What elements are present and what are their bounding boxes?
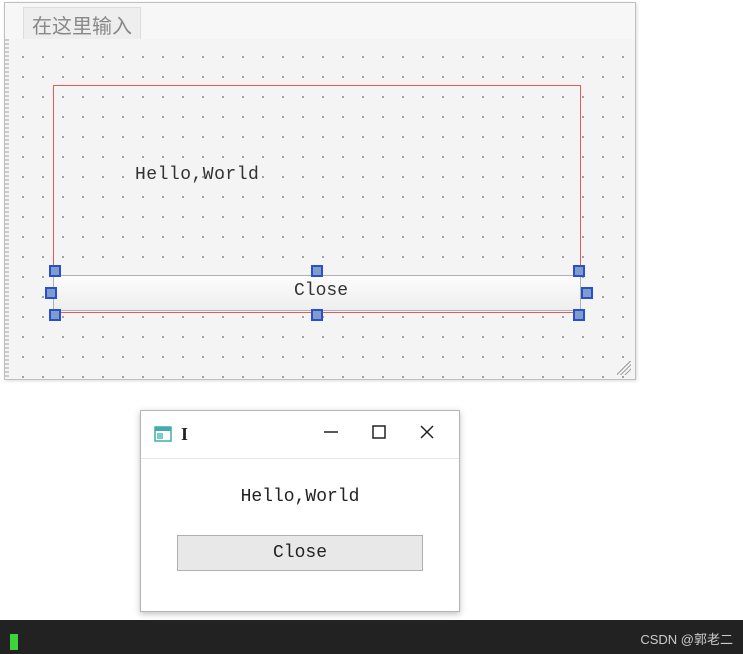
minimize-icon: [322, 423, 340, 446]
selection-handle[interactable]: [311, 265, 323, 277]
close-button[interactable]: Close: [177, 535, 423, 571]
selection-handle[interactable]: [49, 309, 61, 321]
maximize-icon: [370, 423, 388, 446]
hello-world-label: Hello,World: [141, 487, 459, 507]
runtime-dialog-window: I Hello,World Close: [140, 410, 460, 612]
designer-canvas[interactable]: Hello,World Close: [5, 39, 635, 379]
tab-input-placeholder[interactable]: 在这里输入: [23, 7, 141, 41]
watermark-text: CSDN @郭老二: [640, 629, 733, 648]
app-icon: [153, 424, 175, 446]
designer-label-hello[interactable]: Hello,World: [135, 165, 259, 185]
minimize-button[interactable]: [307, 415, 355, 455]
selection-handle[interactable]: [311, 309, 323, 321]
resize-grip-icon[interactable]: [617, 361, 631, 375]
designer-button-text: Close: [5, 281, 637, 301]
close-window-button[interactable]: [403, 415, 451, 455]
titlebar[interactable]: I: [141, 411, 459, 459]
close-icon: [418, 423, 436, 446]
selection-handle[interactable]: [49, 265, 61, 277]
taskbar[interactable]: CSDN @郭老二: [0, 620, 743, 654]
title-cursor: I: [181, 424, 188, 445]
selection-handle[interactable]: [45, 287, 57, 299]
taskbar-running-indicator[interactable]: [10, 634, 18, 650]
selection-handle[interactable]: [581, 287, 593, 299]
dialog-body: Hello,World Close: [141, 459, 459, 571]
maximize-button[interactable]: [355, 415, 403, 455]
selection-handle[interactable]: [573, 265, 585, 277]
selection-handle[interactable]: [573, 309, 585, 321]
qt-designer-panel: 在这里输入 Hello,World Close: [4, 2, 636, 380]
